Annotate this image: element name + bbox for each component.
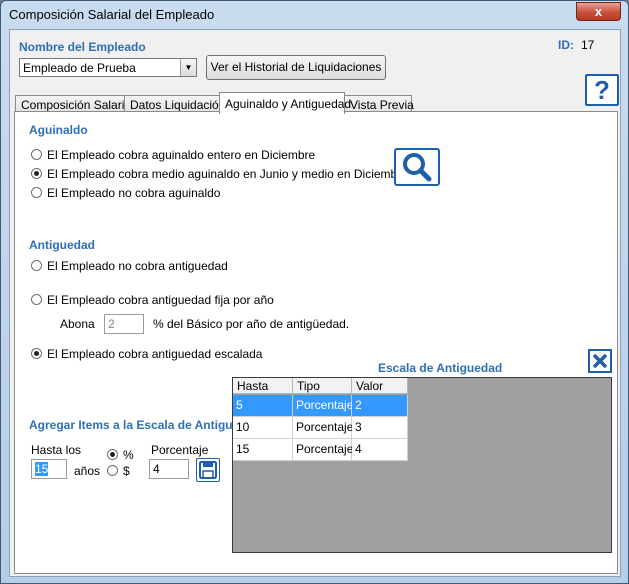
history-button[interactable]: Ver el Historial de Liquidaciones (206, 55, 386, 80)
client-area: Nombre del Empleado Empleado de Prueba ▼… (9, 29, 621, 577)
antiguedad-option-fixed[interactable]: El Empleado cobra antiguedad fija por añ… (31, 293, 274, 309)
hasta-input-value: 15 (35, 462, 49, 476)
tab-aguinaldo-antiguedad[interactable]: Aguinaldo y Antiguedad (219, 92, 351, 114)
antiguedad-option-scaled[interactable]: El Empleado cobra antiguedad escalada (31, 347, 262, 363)
aguinaldo-option-medio[interactable]: El Empleado cobra medio aguinaldo en Jun… (31, 167, 397, 183)
aguinaldo-option-entero[interactable]: El Empleado cobra aguinaldo entero en Di… (31, 148, 315, 164)
close-window-button[interactable]: x (576, 2, 621, 21)
radio-button[interactable] (107, 449, 118, 460)
aguinaldo-option-no[interactable]: El Empleado no cobra aguinaldo (31, 186, 220, 202)
id-value: 17 (581, 38, 595, 52)
cell-hasta[interactable]: 10 (233, 417, 293, 439)
radio-label: El Empleado cobra medio aguinaldo en Jun… (47, 167, 398, 181)
radio-button[interactable] (107, 465, 118, 476)
radio-button[interactable] (31, 149, 42, 160)
cell-tipo[interactable]: Porcentaje (293, 417, 353, 439)
abona-input[interactable]: 2 (104, 314, 144, 334)
employee-label: Nombre del Empleado (19, 40, 146, 54)
window-title: Composición Salarial del Empleado (9, 7, 215, 22)
chevron-down-icon[interactable]: ▼ (180, 59, 196, 76)
radio-label: El Empleado cobra antiguedad fija por añ… (47, 293, 274, 307)
percent-option[interactable]: % (107, 448, 134, 464)
radio-label: El Empleado no cobra antiguedad (47, 259, 228, 273)
main-window: Composición Salarial del Empleado x Nomb… (0, 0, 629, 584)
save-icon (199, 461, 217, 479)
column-header-tipo[interactable]: Tipo (293, 378, 352, 394)
aguinaldo-title: Aguinaldo (29, 123, 88, 137)
porcentaje-input[interactable]: 4 (149, 459, 189, 479)
antiguedad-option-none[interactable]: El Empleado no cobra antiguedad (31, 259, 228, 275)
id-label: ID: (558, 38, 574, 52)
column-header-hasta[interactable]: Hasta (233, 378, 293, 394)
cell-tipo[interactable]: Porcentaje (293, 439, 353, 461)
radio-label: El Empleado cobra antiguedad escalada (47, 347, 263, 361)
radio-label: % (123, 448, 134, 462)
delete-item-button[interactable] (588, 349, 612, 373)
radio-button[interactable] (31, 348, 42, 359)
escala-title: Escala de Antiguedad (378, 361, 503, 375)
radio-label: El Empleado cobra aguinaldo entero en Di… (47, 148, 316, 162)
tab-label: Datos Liquidación (130, 98, 226, 112)
save-item-button[interactable] (196, 458, 220, 482)
tab-label: Composición Salarial (21, 98, 134, 112)
close-icon (592, 353, 608, 369)
employee-selected-value: Empleado de Prueba (23, 61, 136, 75)
cell-valor[interactable]: 4 (352, 439, 408, 461)
porcentaje-label: Porcentaje (151, 443, 209, 457)
cell-valor[interactable]: 2 (352, 395, 408, 417)
hasta-label: Hasta los (31, 443, 82, 457)
cell-tipo[interactable]: Porcentaje (293, 395, 353, 417)
escala-grid[interactable]: Hasta Tipo Valor 5 Porcentaje 2 10 Porce… (232, 377, 612, 553)
agregar-title: Agregar Items a la Escala de Antigu (29, 418, 233, 432)
radio-button[interactable] (31, 168, 42, 179)
help-icon: ? (594, 75, 610, 105)
radio-button[interactable] (31, 187, 42, 198)
hasta-input[interactable]: 15 (31, 459, 67, 479)
column-header-valor[interactable]: Valor (352, 378, 408, 394)
employee-combobox[interactable]: Empleado de Prueba ▼ (19, 58, 197, 77)
anios-label: años (74, 464, 101, 478)
tab-label: Aguinaldo y Antiguedad (225, 97, 352, 111)
abona-label: Abona (60, 317, 95, 331)
title-bar: Composición Salarial del Empleado x (1, 1, 628, 28)
radio-label: El Empleado no cobra aguinaldo (47, 186, 221, 200)
abona-suffix: % del Básico por año de antigüedad. (153, 317, 350, 331)
help-button[interactable]: ? (585, 74, 619, 106)
radio-label: $ (123, 464, 130, 478)
cell-hasta[interactable]: 5 (233, 395, 293, 417)
search-icon (403, 153, 432, 182)
radio-button[interactable] (31, 294, 42, 305)
radio-button[interactable] (31, 260, 42, 271)
antiguedad-title: Antiguedad (29, 238, 95, 252)
money-option[interactable]: $ (107, 464, 130, 480)
search-button[interactable] (394, 148, 440, 186)
tab-label: Vista Previa (350, 98, 414, 112)
cell-hasta[interactable]: 15 (233, 439, 293, 461)
cell-valor[interactable]: 3 (352, 417, 408, 439)
